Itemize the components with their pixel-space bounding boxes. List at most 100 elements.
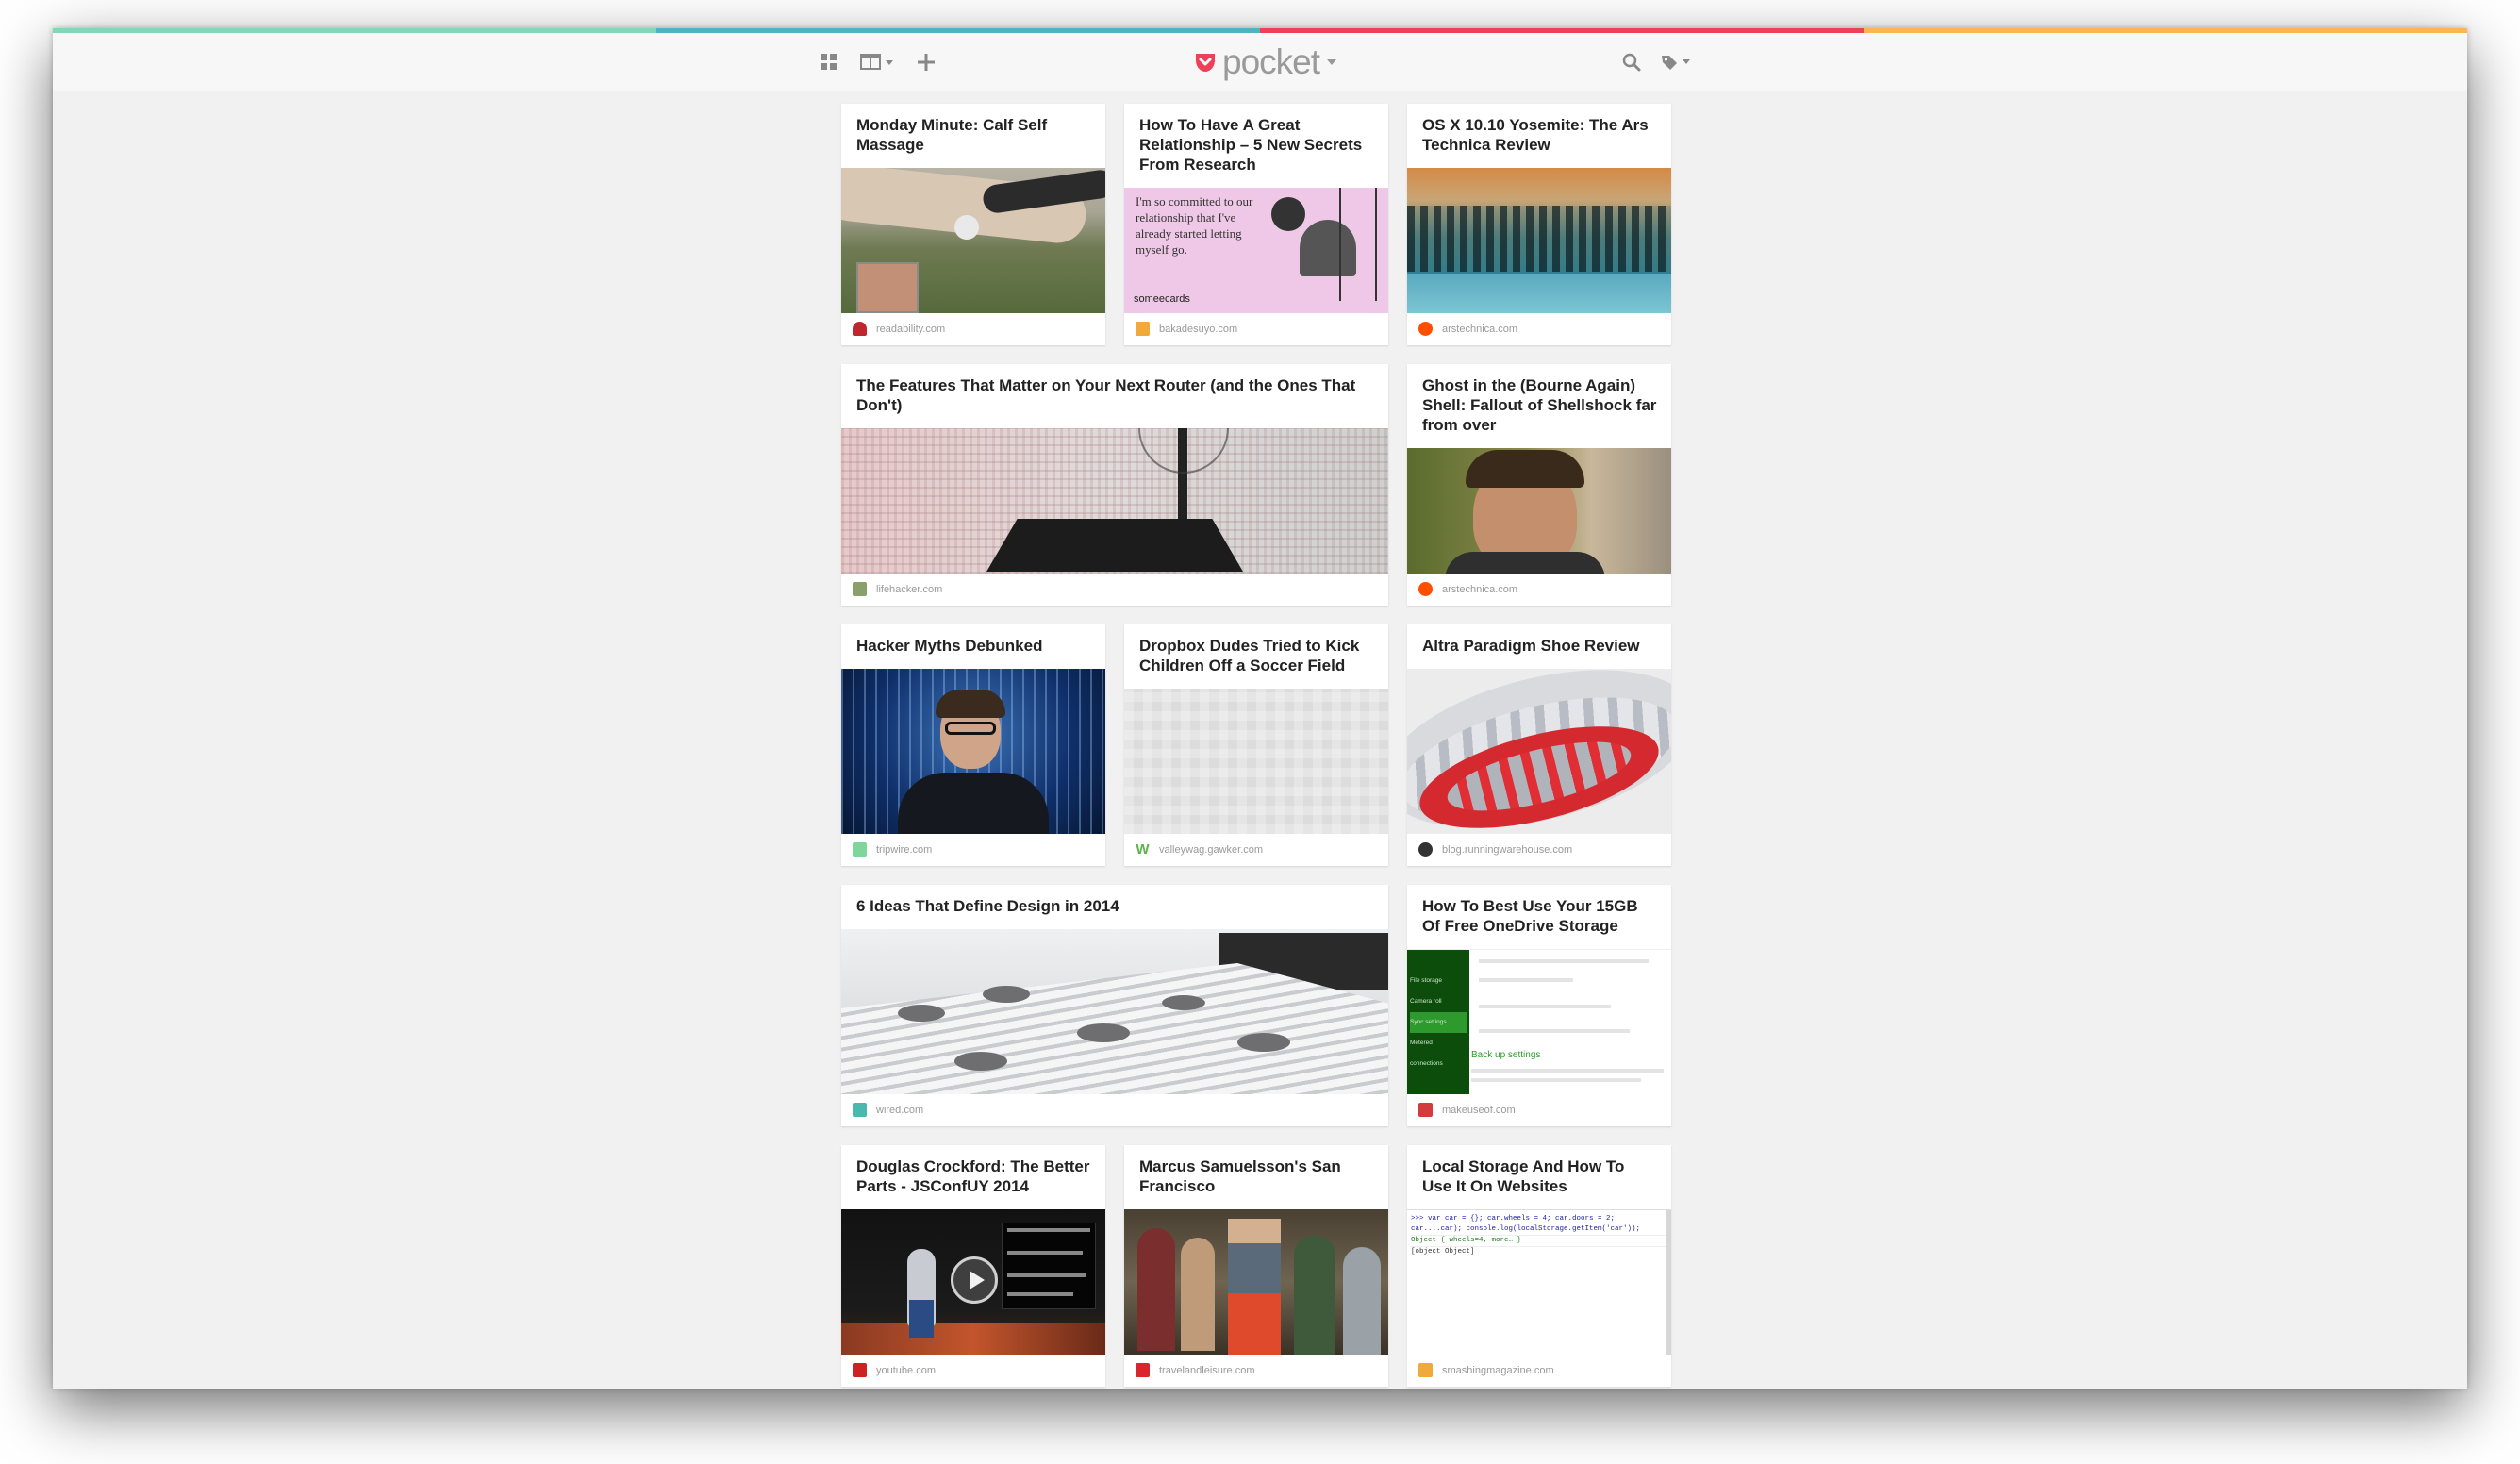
article-title[interactable]: How To Best Use Your 15GB Of Free OneDri… xyxy=(1422,896,1658,936)
grid-view-icon[interactable] xyxy=(821,33,837,92)
article-title[interactable]: Local Storage And How To Use It On Websi… xyxy=(1422,1156,1658,1196)
chevron-down-icon[interactable] xyxy=(1325,58,1338,67)
article-title[interactable]: Monday Minute: Calf Self Massage xyxy=(856,115,1092,155)
article-card[interactable]: The Features That Matter on Your Next Ro… xyxy=(841,364,1388,606)
source[interactable]: smashingmagazine.com xyxy=(1418,1363,1564,1377)
source[interactable]: arstechnica.com xyxy=(1418,582,1527,596)
source-domain: smashingmagazine.com xyxy=(1442,1364,1554,1376)
article-card[interactable]: Local Storage And How To Use It On Websi… xyxy=(1407,1145,1671,1387)
article-thumbnail[interactable]: I'm so committed to our relationship tha… xyxy=(1124,188,1388,313)
article-thumbnail[interactable] xyxy=(1407,669,1671,834)
source[interactable]: travelandleisure.com xyxy=(1136,1363,1265,1377)
article-thumbnail[interactable] xyxy=(841,929,1388,1094)
source[interactable]: readability.com xyxy=(853,322,954,336)
ecard-brand: someecards xyxy=(1134,293,1190,305)
lifehacker-icon xyxy=(853,582,867,596)
article-card[interactable]: 6 Ideas That Define Design in 2014 wired… xyxy=(841,885,1388,1126)
menu-item: Camera roll xyxy=(1410,998,1442,1005)
play-icon xyxy=(970,1271,985,1289)
article-card[interactable]: OS X 10.10 Yosemite: The Ars Technica Re… xyxy=(1407,104,1671,345)
source-domain: blog.runningwarehouse.com xyxy=(1442,843,1573,856)
article-thumbnail[interactable] xyxy=(1124,689,1388,834)
bakadesuyo-icon xyxy=(1136,322,1150,336)
console-line: >>> var car = {}; car.wheels = 4; car.do… xyxy=(1411,1215,1616,1223)
article-title[interactable]: Altra Paradigm Shoe Review xyxy=(1422,636,1658,656)
source[interactable]: blog.runningwarehouse.com xyxy=(1418,842,1582,857)
article-title[interactable]: The Features That Matter on Your Next Ro… xyxy=(856,375,1375,415)
source[interactable]: wired.com xyxy=(853,1103,933,1117)
article-card[interactable]: Monday Minute: Calf Self Massage readabi… xyxy=(841,104,1105,345)
readability-icon xyxy=(853,322,867,336)
onedrive-menu: File storage Camera roll Sync settings M… xyxy=(1410,971,1467,1074)
article-thumbnail[interactable] xyxy=(1124,1209,1388,1355)
article-thumbnail[interactable] xyxy=(841,669,1105,834)
article-thumbnail[interactable] xyxy=(1407,448,1671,574)
source-domain: bakadesuyo.com xyxy=(1159,323,1238,335)
menu-item: File storage xyxy=(1410,977,1442,984)
pocket-logo[interactable]: pocket xyxy=(1194,33,1338,92)
source[interactable]: youtube.com xyxy=(853,1363,945,1377)
article-card[interactable]: Altra Paradigm Shoe Review blog.runningw… xyxy=(1407,624,1671,866)
pocket-icon xyxy=(1196,54,1215,72)
source-domain: tripwire.com xyxy=(876,843,933,856)
article-title[interactable]: Douglas Crockford: The Better Parts - JS… xyxy=(856,1156,1092,1196)
source[interactable]: arstechnica.com xyxy=(1418,322,1527,336)
list-view-icon[interactable] xyxy=(860,33,898,92)
article-card[interactable]: How To Best Use Your 15GB Of Free OneDri… xyxy=(1407,885,1671,1126)
article-card[interactable]: Hacker Myths Debunked tripwire.com xyxy=(841,624,1105,866)
add-icon[interactable] xyxy=(917,33,936,92)
article-thumbnail[interactable]: File storage Camera roll Sync settings M… xyxy=(1407,949,1671,1094)
console-line: [object Object] xyxy=(1411,1246,1666,1257)
source-domain: makeuseof.com xyxy=(1442,1104,1516,1116)
source-domain: arstechnica.com xyxy=(1442,583,1518,595)
article-title[interactable]: How To Have A Great Relationship – 5 New… xyxy=(1139,115,1375,175)
source[interactable]: lifehacker.com xyxy=(853,582,952,596)
browser-window: pocket Monday Minute: Calf Self Massage … xyxy=(53,28,2467,1389)
backup-settings-link: Back up settings xyxy=(1471,1050,1541,1060)
article-card[interactable]: Douglas Crockford: The Better Parts - JS… xyxy=(841,1145,1105,1387)
article-title[interactable]: 6 Ideas That Define Design in 2014 xyxy=(856,896,1375,916)
source[interactable]: bakadesuyo.com xyxy=(1136,322,1247,336)
source[interactable]: tripwire.com xyxy=(853,842,941,857)
article-thumbnail[interactable] xyxy=(841,168,1105,313)
article-thumbnail[interactable]: >>> var car = {}; car.wheels = 4; car.do… xyxy=(1407,1209,1671,1355)
source-domain: youtube.com xyxy=(876,1364,936,1376)
article-card[interactable]: Dropbox Dudes Tried to Kick Children Off… xyxy=(1124,624,1388,866)
source-domain: travelandleisure.com xyxy=(1159,1364,1255,1376)
source-domain: wired.com xyxy=(876,1104,924,1116)
article-thumbnail[interactable] xyxy=(1407,168,1671,313)
travelandleisure-icon xyxy=(1136,1363,1150,1377)
article-card[interactable]: Marcus Samuelsson's San Francisco travel… xyxy=(1124,1145,1388,1387)
console-output: >>> var car = {}; car.wheels = 4; car.do… xyxy=(1411,1214,1666,1257)
makeuseof-icon xyxy=(1418,1103,1433,1117)
smashingmagazine-icon xyxy=(1418,1363,1433,1377)
arstechnica-icon xyxy=(1418,322,1433,336)
ecard-text: I'm so committed to our relationship tha… xyxy=(1136,194,1253,257)
youtube-icon xyxy=(853,1363,867,1377)
source-domain: arstechnica.com xyxy=(1442,323,1518,335)
tripwire-icon xyxy=(853,842,867,857)
arstechnica-icon xyxy=(1418,582,1433,596)
play-button[interactable] xyxy=(951,1256,998,1304)
tag-icon[interactable] xyxy=(1660,33,1694,92)
source-domain: valleywag.gawker.com xyxy=(1159,843,1264,856)
source[interactable]: W valleywag.gawker.com xyxy=(1136,842,1272,857)
article-title[interactable]: Marcus Samuelsson's San Francisco xyxy=(1139,1156,1375,1196)
source-domain: lifehacker.com xyxy=(876,583,943,595)
source[interactable]: makeuseof.com xyxy=(1418,1103,1525,1117)
toolbar: pocket xyxy=(53,33,2467,92)
runningwarehouse-icon xyxy=(1418,842,1433,857)
article-title[interactable]: Dropbox Dudes Tried to Kick Children Off… xyxy=(1139,636,1375,675)
article-title[interactable]: OS X 10.10 Yosemite: The Ars Technica Re… xyxy=(1422,115,1658,155)
search-icon[interactable] xyxy=(1621,33,1642,92)
logo-text: pocket xyxy=(1222,42,1320,81)
article-title[interactable]: Ghost in the (Bourne Again) Shell: Fallo… xyxy=(1422,375,1658,435)
article-title[interactable]: Hacker Myths Debunked xyxy=(856,636,1092,656)
article-card[interactable]: Ghost in the (Bourne Again) Shell: Fallo… xyxy=(1407,364,1671,606)
article-thumbnail[interactable] xyxy=(841,1209,1105,1355)
menu-item: Metered connections xyxy=(1410,1040,1443,1067)
console-line: car....car); console.log(localStorage.ge… xyxy=(1411,1225,1641,1233)
article-thumbnail[interactable] xyxy=(841,428,1388,574)
article-card[interactable]: How To Have A Great Relationship – 5 New… xyxy=(1124,104,1388,345)
menu-item: Sync settings xyxy=(1410,1012,1467,1033)
